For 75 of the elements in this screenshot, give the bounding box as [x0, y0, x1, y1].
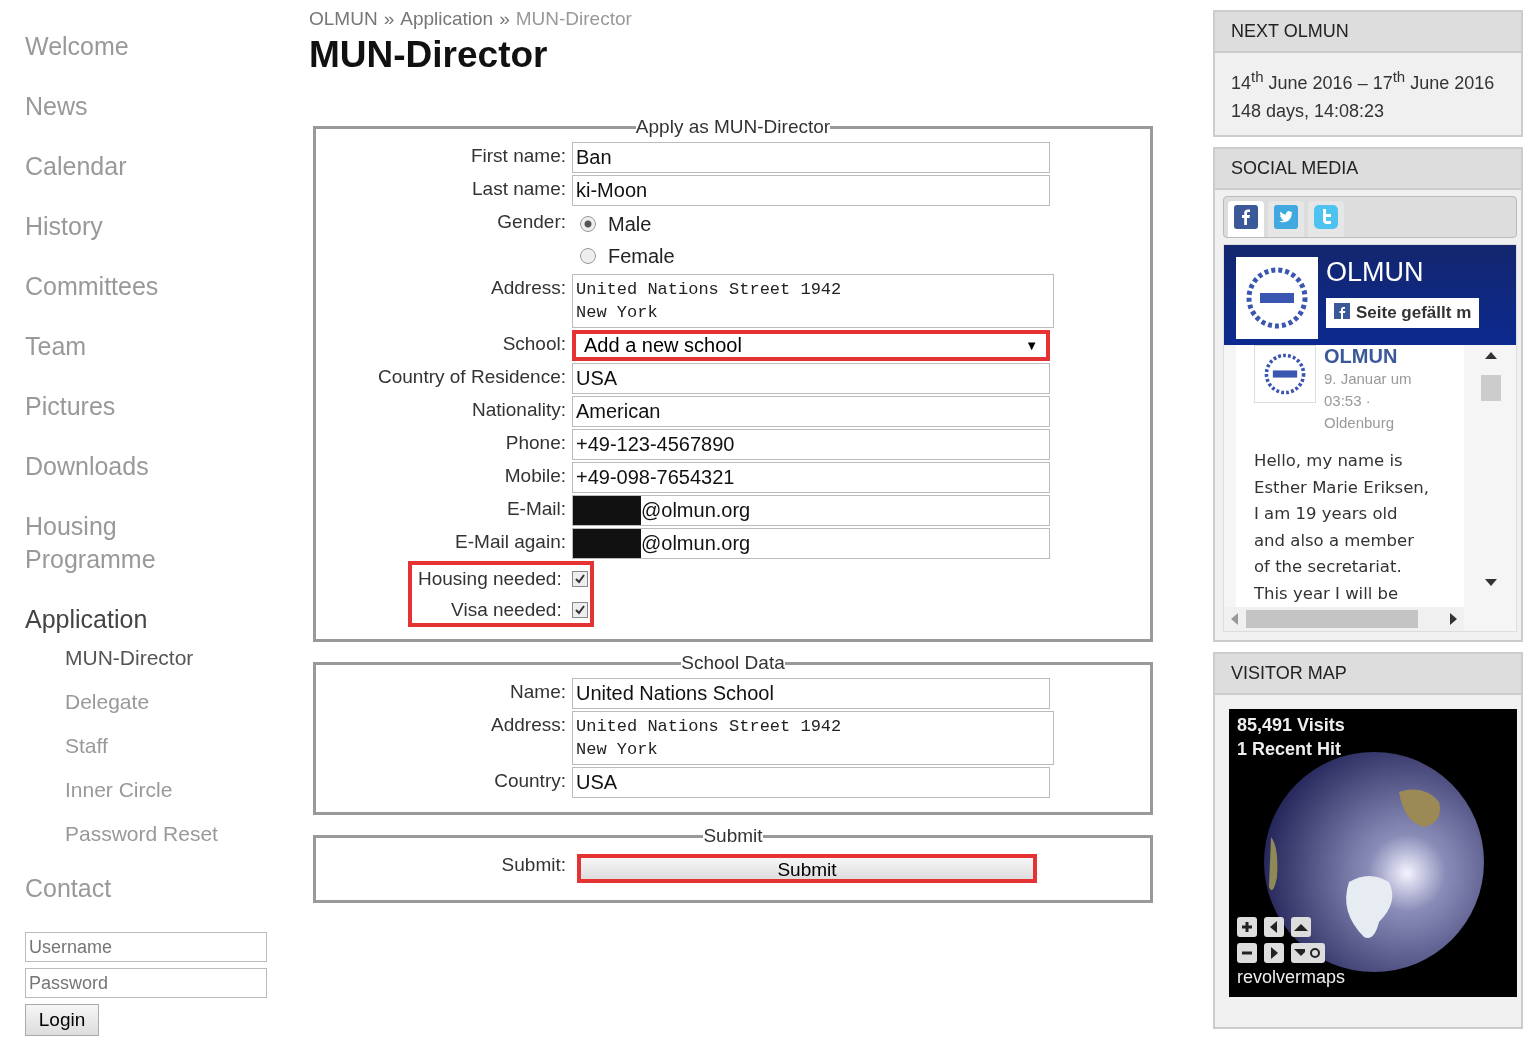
school-dropdown[interactable]: Add a new school ▼ — [572, 330, 1050, 361]
visit-count: 85,491 Visits — [1237, 715, 1345, 736]
field-label: E-Mail again: — [454, 530, 567, 553]
radio-label: Male — [608, 212, 652, 236]
event-dates: 14$^{th}$ June 2016 – 17$^{th}$ June 2016 — [1231, 67, 1496, 95]
letter-t-icon — [1314, 205, 1338, 229]
login-button[interactable]: Login — [25, 1004, 99, 1036]
subnav-item[interactable]: MUN-Director — [65, 646, 285, 670]
panel-header: VISITOR MAP — [1215, 654, 1521, 695]
text-field[interactable]: Ban — [572, 142, 1050, 173]
textarea-field[interactable]: United Nations Street 1942 New York — [572, 711, 1054, 765]
checkmark-icon — [574, 604, 585, 615]
field-label: Name: — [509, 680, 567, 703]
field-label: E-Mail: — [505, 497, 567, 520]
text-field[interactable]: American — [572, 396, 1050, 427]
checkbox[interactable] — [571, 570, 588, 587]
field-label: School: — [501, 332, 567, 355]
checkmark-icon — [574, 573, 585, 584]
section-legend: School Data — [681, 652, 785, 674]
like-button[interactable]: Seite gefällt m — [1326, 298, 1480, 328]
field-label: Address: — [490, 276, 567, 299]
facebook-icon — [1234, 205, 1258, 229]
field-label: Phone: — [504, 431, 567, 454]
radio-button[interactable] — [580, 248, 596, 264]
field-label: Nationality: — [471, 398, 567, 421]
redaction-block — [573, 496, 641, 525]
social-tab[interactable] — [1228, 201, 1264, 237]
username-field[interactable]: Username — [25, 932, 267, 962]
field-label: First name: — [469, 144, 567, 167]
page-name[interactable]: OLMUN — [1326, 257, 1480, 288]
text-field[interactable]: USA — [572, 767, 1050, 798]
countdown: 148 days, 14:08:23 — [1231, 100, 1386, 123]
breadcrumb-separator: » — [383, 8, 395, 30]
panel-header: SOCIAL MEDIA — [1215, 149, 1521, 190]
bird-icon — [1274, 205, 1298, 229]
submit-button[interactable]: Submit — [577, 854, 1037, 883]
field-label: Last name: — [471, 177, 567, 200]
facebook-icon — [1334, 303, 1350, 319]
redaction-block — [573, 529, 641, 558]
panel-header: NEXT OLMUN — [1215, 12, 1521, 53]
map-brand[interactable]: revolvermaps — [1237, 967, 1346, 988]
nav-item[interactable]: Application — [25, 603, 225, 636]
horizontal-scrollbar[interactable] — [1224, 607, 1464, 631]
password-field[interactable]: Password — [25, 968, 267, 998]
post-text: Hello, my name is Esther Marie Eriksen, I am 19 years old and also a member of the secretariat. This year I will be — [1254, 450, 1431, 605]
text-field[interactable]: United Nations School — [572, 678, 1050, 709]
page-title: MUN-Director — [309, 34, 549, 76]
radio-label: Female — [608, 244, 675, 268]
radio-button[interactable] — [580, 216, 596, 232]
field-label: Housing needed: — [418, 567, 562, 590]
field-label: Address: — [490, 713, 567, 736]
email-field[interactable]: @olmun.org — [572, 528, 1050, 559]
field-label: Submit: — [500, 853, 567, 876]
breadcrumb-separator: » — [499, 8, 510, 30]
post-author[interactable]: OLMUN — [1324, 345, 1434, 368]
post-meta: 9. Januar um 03:53 · Oldenburg — [1324, 369, 1413, 433]
checkbox[interactable] — [571, 601, 588, 618]
map-control-icons[interactable] — [1237, 917, 1325, 963]
recent-hits: 1 Recent Hit — [1237, 739, 1342, 760]
field-label: Gender: — [496, 210, 567, 233]
section-legend: Apply as MUN-Director — [635, 116, 831, 138]
text-field[interactable]: +49-098-7654321 — [572, 462, 1050, 493]
section-legend: Submit — [703, 825, 763, 847]
breadcrumb-link[interactable]: OLMUN — [309, 8, 378, 30]
field-label: Country of Residence: — [377, 365, 567, 388]
text-field[interactable]: ki-Moon — [572, 175, 1050, 206]
breadcrumb-link[interactable]: Application — [400, 8, 494, 30]
field-label: Mobile: — [503, 464, 567, 487]
textarea-field[interactable]: United Nations Street 1942 New York — [572, 274, 1054, 328]
text-field[interactable]: +49-123-4567890 — [572, 429, 1050, 460]
dropdown-arrow: ▼ — [1025, 338, 1038, 353]
email-field[interactable]: @olmun.org — [572, 495, 1050, 526]
field-label: Visa needed: — [451, 598, 562, 621]
text-field[interactable]: USA — [572, 363, 1050, 394]
field-label: Country: — [493, 769, 567, 792]
